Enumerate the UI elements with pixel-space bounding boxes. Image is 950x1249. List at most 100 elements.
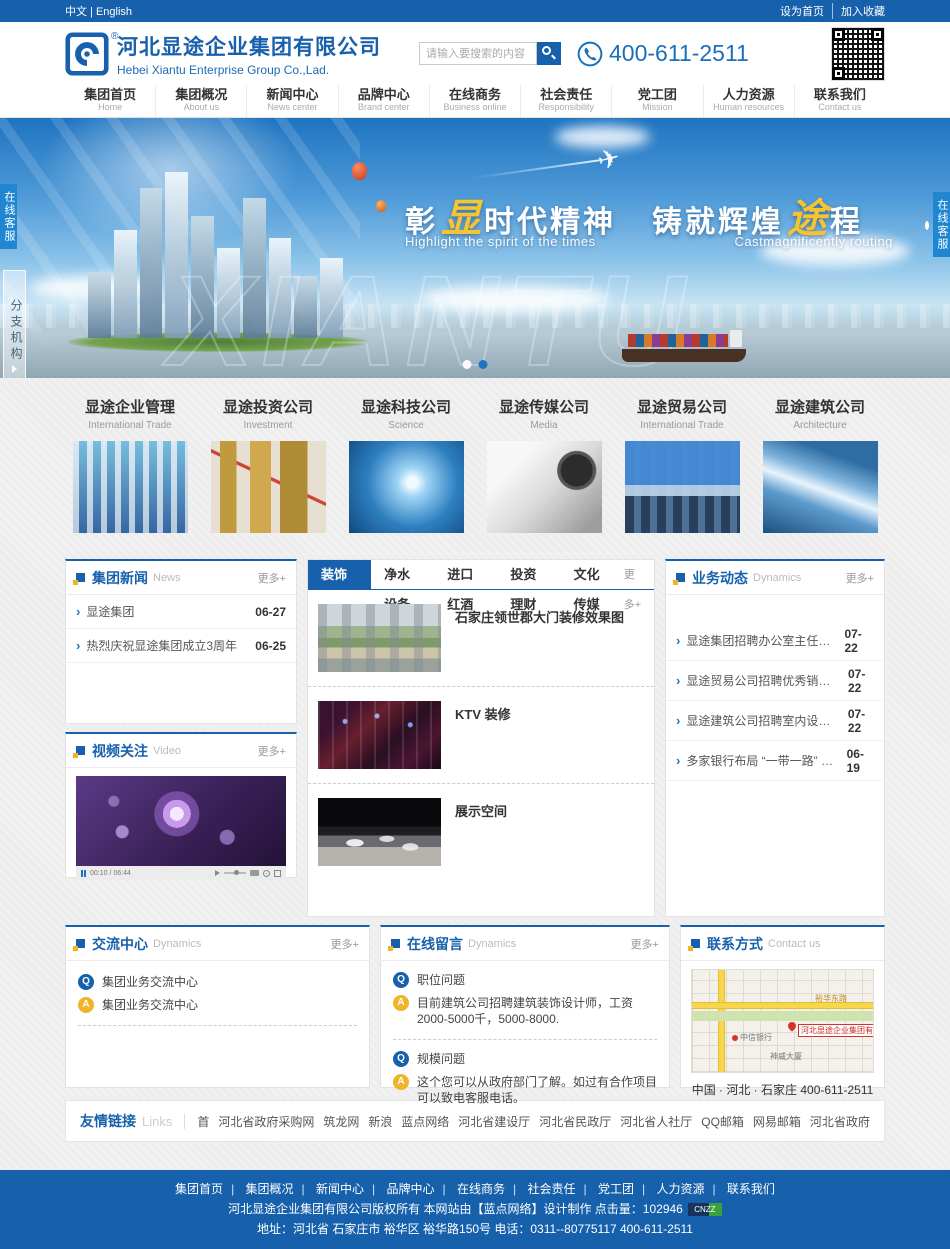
footer-nav-link[interactable]: 新闻中心: [316, 1182, 383, 1196]
friendly-link[interactable]: 河北省人社厅: [620, 1113, 692, 1130]
company-photo[interactable]: [487, 441, 602, 533]
nav-item-about[interactable]: 集团概况About us: [155, 85, 246, 117]
friendly-link[interactable]: QQ邮箱: [701, 1113, 744, 1130]
dynamics-item[interactable]: 显途贸易公司招聘优秀销售员10名 07-22: [666, 661, 884, 701]
company-name-en: Hebei Xiantu Enterprise Group Co.,Lad.: [117, 63, 381, 77]
nav-item-contact[interactable]: 联系我们Contact us: [794, 85, 885, 117]
map-road: [718, 970, 725, 1072]
friendly-link[interactable]: 河北省民政厅: [539, 1113, 611, 1130]
tab-investment[interactable]: 投资理财: [497, 560, 560, 589]
footer-nav-link[interactable]: 在线商务: [457, 1182, 524, 1196]
volume-icon[interactable]: [215, 870, 220, 876]
video-player[interactable]: 00:10 / 06:44: [76, 776, 286, 880]
carousel-dot[interactable]: [463, 360, 472, 369]
showcase-item[interactable]: 展示空间: [308, 784, 654, 880]
message-question[interactable]: Q 职位问题: [381, 967, 669, 990]
friendly-link[interactable]: 新浪: [368, 1113, 392, 1130]
branch-offices-panel[interactable]: 分支机构: [3, 270, 26, 378]
footer-nav-link[interactable]: 社会责任: [527, 1182, 594, 1196]
nav-item-business[interactable]: 在线商务Business online: [429, 85, 520, 117]
section-bullet-icon: [76, 573, 85, 582]
dynamics-item[interactable]: 显途建筑公司招聘室内设计师两名 07-22: [666, 701, 884, 741]
pause-icon[interactable]: [81, 870, 86, 877]
online-service-tab-left[interactable]: 在线客服: [0, 184, 17, 249]
nav-item-mission[interactable]: 党工团Mission: [611, 85, 702, 117]
phone-contact: 400-611-2511: [577, 40, 749, 67]
search-button[interactable]: [537, 42, 561, 65]
company-card-science[interactable]: 显途科技公司 Science: [341, 396, 471, 533]
company-photo[interactable]: [763, 441, 878, 533]
friendly-link[interactable]: 网易邮箱: [753, 1113, 801, 1130]
map-pin-icon: [786, 1020, 797, 1031]
footer-nav-link[interactable]: 联系我们: [727, 1182, 775, 1196]
add-favorite-link[interactable]: 加入收藏: [832, 3, 885, 19]
location-map[interactable]: 裕华东路 中信银行 加气站 神威大厦 河北显途企业集团有限公司: [691, 969, 874, 1073]
cnzz-badge[interactable]: CNZZ: [688, 1203, 722, 1216]
tab-decoration[interactable]: 装饰工程: [308, 560, 371, 589]
tabs-more-link[interactable]: 更多+: [624, 560, 654, 589]
footer-nav-link[interactable]: 集团概况: [246, 1182, 313, 1196]
footer-nav-link[interactable]: 党工团: [598, 1182, 653, 1196]
message-answer[interactable]: A 目前建筑公司招聘建筑装饰设计师，工资2000-5000千，5000-8000…: [381, 990, 669, 1029]
tab-imported-wine[interactable]: 进口红酒: [434, 560, 497, 589]
company-card-media[interactable]: 显途传媒公司 Media: [479, 396, 609, 533]
logo[interactable]: ® 河北显途企业集团有限公司 Hebei Xiantu Enterprise G…: [65, 31, 381, 77]
company-photo[interactable]: [211, 441, 326, 533]
company-card-investment[interactable]: 显途投资公司 Investment: [203, 396, 333, 533]
volume-slider[interactable]: [224, 872, 246, 874]
nav-item-hr[interactable]: 人力资源Human resources: [703, 85, 794, 117]
company-photo[interactable]: [349, 441, 464, 533]
company-card-management[interactable]: 显途企业管理 International Trade: [65, 396, 195, 533]
nav-item-home[interactable]: 集团首页Home: [65, 85, 155, 117]
answer-icon: A: [78, 997, 94, 1013]
exchange-more-link[interactable]: 更多+: [331, 936, 359, 952]
footer-nav-link[interactable]: 集团首页: [175, 1182, 242, 1196]
company-photo[interactable]: [625, 441, 740, 533]
message-question[interactable]: Q 规模问题: [381, 1046, 669, 1069]
settings-icon[interactable]: [263, 870, 270, 877]
language-switch[interactable]: 中文 | English: [65, 3, 132, 19]
exchange-question[interactable]: Q 集团业务交流中心: [66, 969, 369, 992]
company-name-cn: 河北显途企业集团有限公司: [117, 31, 381, 61]
quality-icon[interactable]: [250, 870, 259, 876]
footer-nav-link[interactable]: 品牌中心: [387, 1182, 454, 1196]
news-item[interactable]: 显途集团 06-27: [66, 595, 296, 629]
friendly-link[interactable]: 蓝点网络: [401, 1113, 449, 1130]
hero-banner[interactable]: XIANTU 彰 显 时代精神 铸就辉煌 途 程 Highlight the s…: [0, 118, 950, 378]
qr-corner: [832, 67, 845, 80]
nav-item-brand[interactable]: 品牌中心Brand center: [338, 85, 429, 117]
company-card-architecture[interactable]: 显途建筑公司 Architecture: [755, 396, 885, 533]
nav-item-responsibility[interactable]: 社会责任Responsibility: [520, 85, 611, 117]
dynamics-item[interactable]: 多家银行布局 “一带一路” 等战略 06-19: [666, 741, 884, 781]
video-more-link[interactable]: 更多+: [258, 743, 286, 759]
dynamics-more-link[interactable]: 更多+: [846, 570, 874, 586]
nav-item-news[interactable]: 新闻中心News center: [246, 85, 337, 117]
friendly-link[interactable]: 河北省建设厅: [458, 1113, 530, 1130]
friendly-link[interactable]: 河北省政府: [810, 1113, 870, 1130]
friendly-link[interactable]: 筑龙网: [323, 1113, 359, 1130]
carousel-dots: [463, 360, 488, 369]
friendly-link[interactable]: 河北省政府采购网: [218, 1113, 314, 1130]
set-home-link[interactable]: 设为首页: [780, 3, 824, 19]
company-card-trade[interactable]: 显途贸易公司 International Trade: [617, 396, 747, 533]
news-item[interactable]: 热烈庆祝显途集团成立3周年 06-25: [66, 629, 296, 663]
showcase-item[interactable]: 石家庄领世郡大门装修效果图: [308, 590, 654, 687]
messages-more-link[interactable]: 更多+: [631, 936, 659, 952]
online-service-tab-right[interactable]: 在线客服: [933, 192, 950, 257]
search-icon: [542, 46, 551, 55]
tab-water-equipment[interactable]: 净水设备: [371, 560, 434, 589]
fullscreen-icon[interactable]: [274, 870, 281, 877]
exchange-answer[interactable]: A 集团业务交流中心: [66, 992, 369, 1015]
friendly-link[interactable]: 首: [197, 1113, 209, 1130]
dynamics-item[interactable]: 显途集团招聘办公室主任一名 07-22: [666, 621, 884, 661]
footer-nav-link[interactable]: 人力资源: [656, 1182, 723, 1196]
subsidiaries-section: 显途企业管理 International Trade 显途投资公司 Invest…: [65, 396, 885, 533]
tab-culture-media[interactable]: 文化传媒: [561, 560, 624, 589]
message-answer[interactable]: A 这个您可以从政府部门了解。如过有合作项目可以致电客服电话。: [381, 1069, 669, 1108]
showcase-item[interactable]: KTV 装修: [308, 687, 654, 784]
search-input[interactable]: [419, 42, 537, 65]
news-more-link[interactable]: 更多+: [258, 570, 286, 586]
video-frame[interactable]: [76, 776, 286, 866]
company-photo[interactable]: [73, 441, 188, 533]
carousel-dot-active[interactable]: [479, 360, 488, 369]
